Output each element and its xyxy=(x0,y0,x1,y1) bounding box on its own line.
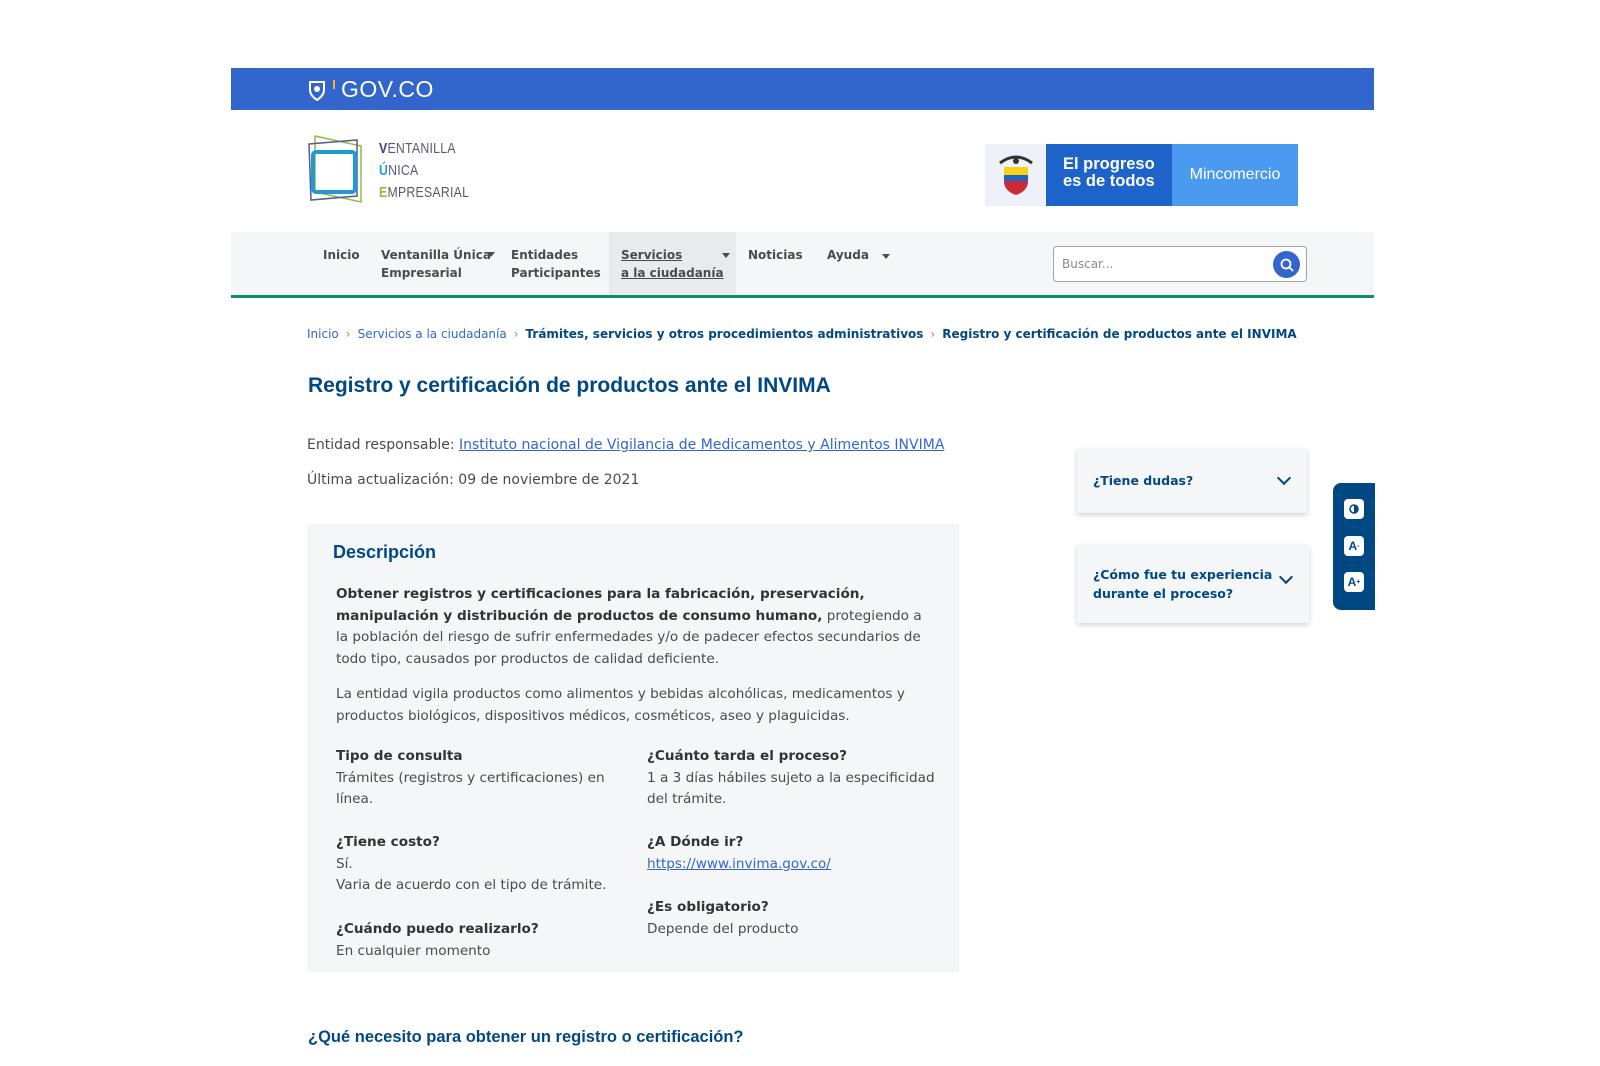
site-header: VENTANILLA ÚNICA EMPRESARIAL El progreso… xyxy=(231,110,1374,232)
entity-link[interactable]: Instituto nacional de Vigilancia de Medi… xyxy=(459,437,944,453)
nav-item-inicio[interactable]: Inicio xyxy=(323,232,360,295)
entity-label: Entidad responsable: xyxy=(307,437,455,453)
chevron-down-icon xyxy=(487,252,495,257)
decrease-font-icon: A xyxy=(1348,539,1358,553)
nav-item-servicios[interactable]: Servicios a la ciudadanía xyxy=(609,232,736,295)
fact-costo: ¿Tiene costo? Sí. Varia de acuerdo con e… xyxy=(336,834,607,893)
description-paragraph-1: Obtener registros y certificaciones para… xyxy=(336,584,936,670)
gov-co-text: GOV.CO xyxy=(341,76,434,102)
chevron-down-icon xyxy=(722,253,730,258)
chevron-right-icon: › xyxy=(345,327,351,341)
breadcrumb-tramites[interactable]: Trámites, servicios y otros procedimient… xyxy=(526,327,924,341)
description-panel: Descripción Obtener registros y certific… xyxy=(307,524,959,972)
decrease-font-button[interactable]: A- xyxy=(1344,536,1364,556)
vue-logo[interactable]: VENTANILLA ÚNICA EMPRESARIAL xyxy=(307,134,469,206)
description-bold-text: Obtener registros y certificaciones para… xyxy=(336,586,865,624)
nav-item-entidades[interactable]: Entidades Participantes xyxy=(511,232,601,295)
flag-mark xyxy=(333,80,335,89)
accordion-tiene-dudas[interactable]: ¿Tiene dudas? xyxy=(1077,449,1307,513)
search-box xyxy=(1053,246,1307,282)
nav-item-ayuda[interactable]: Ayuda xyxy=(827,232,890,295)
increase-font-button[interactable]: A + xyxy=(1344,572,1364,592)
fact-obligatorio: ¿Es obligatorio? Depende del producto xyxy=(647,899,799,937)
vue-logo-text: VENTANILLA ÚNICA EMPRESARIAL xyxy=(379,140,470,201)
breadcrumb-servicios[interactable]: Servicios a la ciudadanía xyxy=(358,327,507,341)
breadcrumb-inicio[interactable]: Inicio xyxy=(307,327,339,341)
fact-donde-ir: ¿A Dónde ir? https://www.invima.gov.co/ xyxy=(647,834,831,872)
fact-cuando: ¿Cuándo puedo realizarlo? En cualquier m… xyxy=(336,921,539,959)
breadcrumb-current: Registro y certificación de productos an… xyxy=(942,327,1297,341)
invima-link[interactable]: https://www.invima.gov.co/ xyxy=(647,856,831,872)
search-icon xyxy=(1280,258,1294,272)
accessibility-toolbar: A- A + xyxy=(1333,483,1375,610)
entity-responsible: Entidad responsable: Instituto nacional … xyxy=(307,437,944,453)
increase-font-icon: A xyxy=(1347,575,1357,589)
chevron-down-icon xyxy=(1276,470,1292,486)
accordion-label: ¿Tiene dudas? xyxy=(1093,473,1194,488)
search-button[interactable] xyxy=(1273,251,1300,278)
chevron-down-icon xyxy=(882,254,890,259)
section-heading-requisitos: ¿Qué necesito para obtener un registro o… xyxy=(308,1028,744,1046)
search-input[interactable] xyxy=(1062,255,1262,273)
chevron-down-icon xyxy=(1278,569,1294,585)
gov-co-logo[interactable]: GOV.CO xyxy=(307,76,434,103)
accordion-label: ¿Cómo fue tu experiencia durante el proc… xyxy=(1093,567,1273,601)
chevron-right-icon: › xyxy=(930,327,936,341)
description-title: Descripción xyxy=(333,542,437,562)
fact-tipo-consulta: Tipo de consulta Trámites (registros y c… xyxy=(336,748,605,807)
gov-co-bar: GOV.CO xyxy=(231,68,1374,110)
mincomercio-brand[interactable]: El progreso es de todos Mincomercio xyxy=(985,144,1298,206)
page-title: Registro y certificación de productos an… xyxy=(308,374,831,397)
nav-item-ventanilla[interactable]: Ventanilla Única Empresarial xyxy=(381,232,495,295)
contrast-button[interactable] xyxy=(1344,499,1364,519)
nav-item-noticias[interactable]: Noticias xyxy=(748,232,803,295)
accordion-experiencia[interactable]: ¿Cómo fue tu experiencia durante el proc… xyxy=(1077,545,1309,623)
fact-duracion: ¿Cuánto tarda el proceso? 1 a 3 días háb… xyxy=(647,748,935,807)
ministry-name: Mincomercio xyxy=(1172,144,1298,206)
vue-logo-icon xyxy=(308,135,362,203)
colombia-coat-of-arms-icon xyxy=(985,144,1046,206)
chevron-right-icon: › xyxy=(513,327,519,341)
last-updated: Última actualización: 09 de noviembre de… xyxy=(307,472,640,488)
main-navigation: Inicio Ventanilla Única Empresarial Enti… xyxy=(231,232,1374,298)
breadcrumb: Inicio › Servicios a la ciudadanía › Trá… xyxy=(307,327,1297,341)
description-paragraph-2: La entidad vigila productos como aliment… xyxy=(336,686,905,724)
slogan: El progreso es de todos xyxy=(1046,144,1172,206)
escudo-icon xyxy=(309,80,325,101)
contrast-icon xyxy=(1349,504,1359,514)
